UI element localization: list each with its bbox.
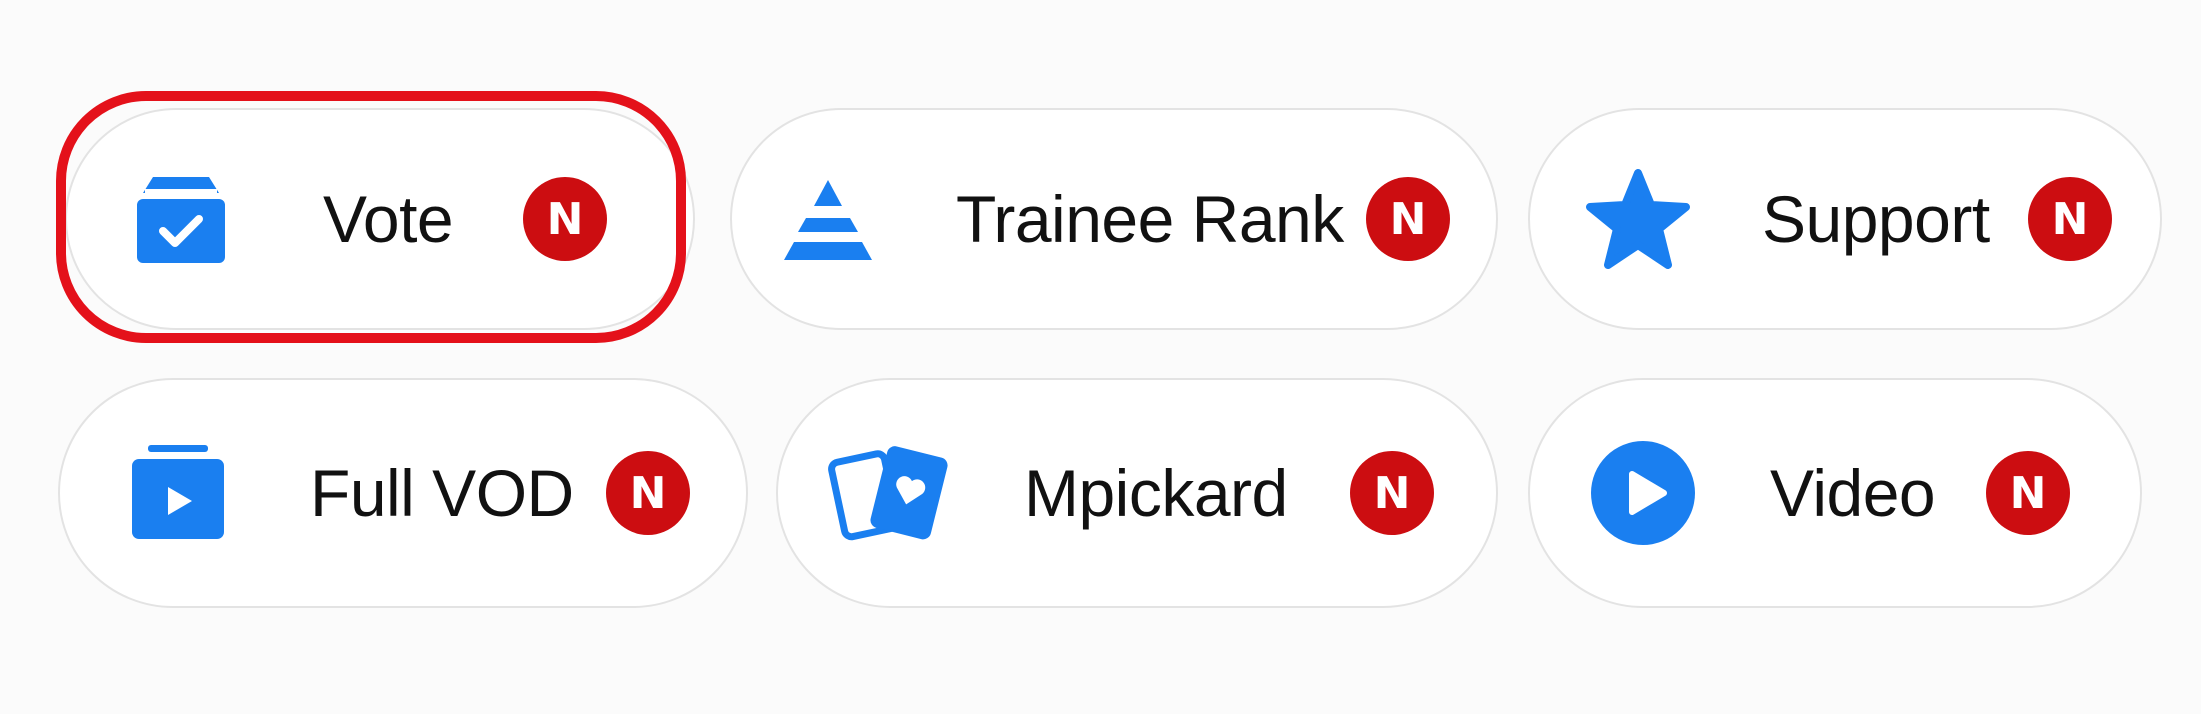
menu-item-support[interactable]: Support N [1528,108,2162,330]
menu-item-full-vod[interactable]: Full VOD N [58,378,748,608]
play-circle-icon [1590,440,1696,546]
menu-item-label: Vote [323,182,454,256]
menu-item-trainee-rank[interactable]: Trainee Rank N [730,108,1498,330]
menu-item-label: Mpickard [1024,456,1288,530]
new-badge: N [1986,451,2070,535]
new-badge: N [2028,177,2112,261]
menu-item-video[interactable]: Video N [1528,378,2142,608]
menu-item-vote[interactable]: Vote N [65,108,695,330]
new-badge: N [1350,451,1434,535]
menu-item-label: Full VOD [310,456,574,530]
pyramid-icon [780,174,876,264]
new-badge: N [1366,177,1450,261]
video-folder-icon [128,443,228,543]
menu-item-label: Support [1762,182,1990,256]
star-icon [1586,169,1690,269]
new-badge: N [523,177,607,261]
menu-item-label: Trainee Rank [956,182,1344,256]
photo-cards-icon [826,443,956,543]
ballot-box-icon [131,169,231,269]
menu-item-label: Video [1770,456,1936,530]
new-badge: N [606,451,690,535]
menu-item-mpickard[interactable]: Mpickard N [776,378,1498,608]
